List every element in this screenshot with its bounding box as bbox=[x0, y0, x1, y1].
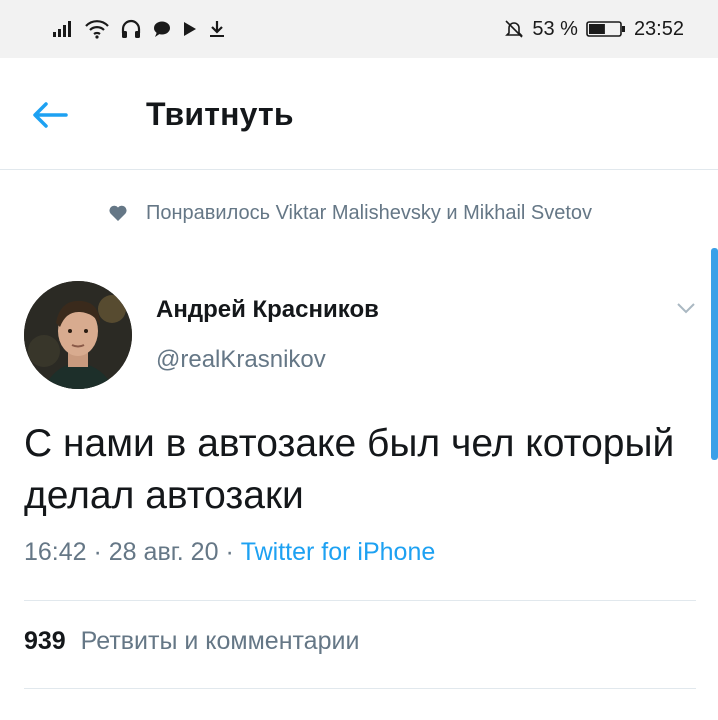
back-arrow-icon bbox=[33, 102, 68, 128]
status-right: 53 % 23:52 bbox=[504, 18, 684, 41]
retweets-count: 939 bbox=[24, 627, 66, 655]
wifi-icon bbox=[84, 19, 110, 39]
retweets-stat[interactable]: 939 Ретвиты и комментарии bbox=[24, 627, 359, 656]
tweet-menu-button[interactable] bbox=[674, 298, 698, 318]
scroll-indicator[interactable] bbox=[711, 248, 718, 460]
battery-percent: 53 % bbox=[532, 17, 578, 40]
page-header: Твитнуть bbox=[0, 58, 718, 170]
status-left-icons bbox=[52, 19, 226, 39]
download-icon bbox=[208, 19, 226, 39]
message-icon bbox=[152, 19, 172, 39]
social-context[interactable]: Понравилось Viktar Malishevsky и Mikhail… bbox=[108, 196, 668, 230]
divider bbox=[24, 688, 696, 689]
tweet-source-link[interactable]: Twitter for iPhone bbox=[241, 538, 436, 567]
signal-icon bbox=[52, 20, 74, 38]
avatar-image bbox=[24, 281, 132, 389]
chevron-down-icon bbox=[677, 303, 695, 314]
tweet-time: 16:42 bbox=[24, 538, 87, 566]
battery-icon bbox=[586, 19, 626, 39]
headphones-icon bbox=[120, 19, 142, 39]
tweet-text: С нами в автозаке был чел который делал … bbox=[24, 422, 675, 517]
tweet-meta: 16:42 · 28 авг. 20 · Twitter for iPhone bbox=[24, 538, 435, 567]
divider bbox=[24, 600, 696, 601]
status-bar: 53 % 23:52 bbox=[0, 0, 718, 58]
tweet-date: 28 авг. 20 bbox=[108, 538, 219, 566]
meta-separator: · bbox=[86, 538, 109, 566]
status-time: 23:52 bbox=[633, 17, 684, 40]
avatar[interactable] bbox=[24, 281, 132, 389]
social-context-text: Понравилось Viktar Malishevsky и Mikhail… bbox=[146, 202, 593, 224]
retweets-label: Ретвиты и комментарии bbox=[80, 627, 360, 655]
play-icon bbox=[182, 20, 198, 38]
bell-off-icon bbox=[504, 19, 524, 39]
meta-separator: · bbox=[218, 538, 241, 566]
author-handle[interactable]: @realKrasnikov bbox=[156, 346, 326, 374]
author-name[interactable]: Андрей Красников bbox=[156, 296, 379, 324]
back-button[interactable] bbox=[32, 98, 78, 132]
page-title: Твитнуть bbox=[146, 96, 294, 132]
heart-icon bbox=[109, 205, 127, 221]
